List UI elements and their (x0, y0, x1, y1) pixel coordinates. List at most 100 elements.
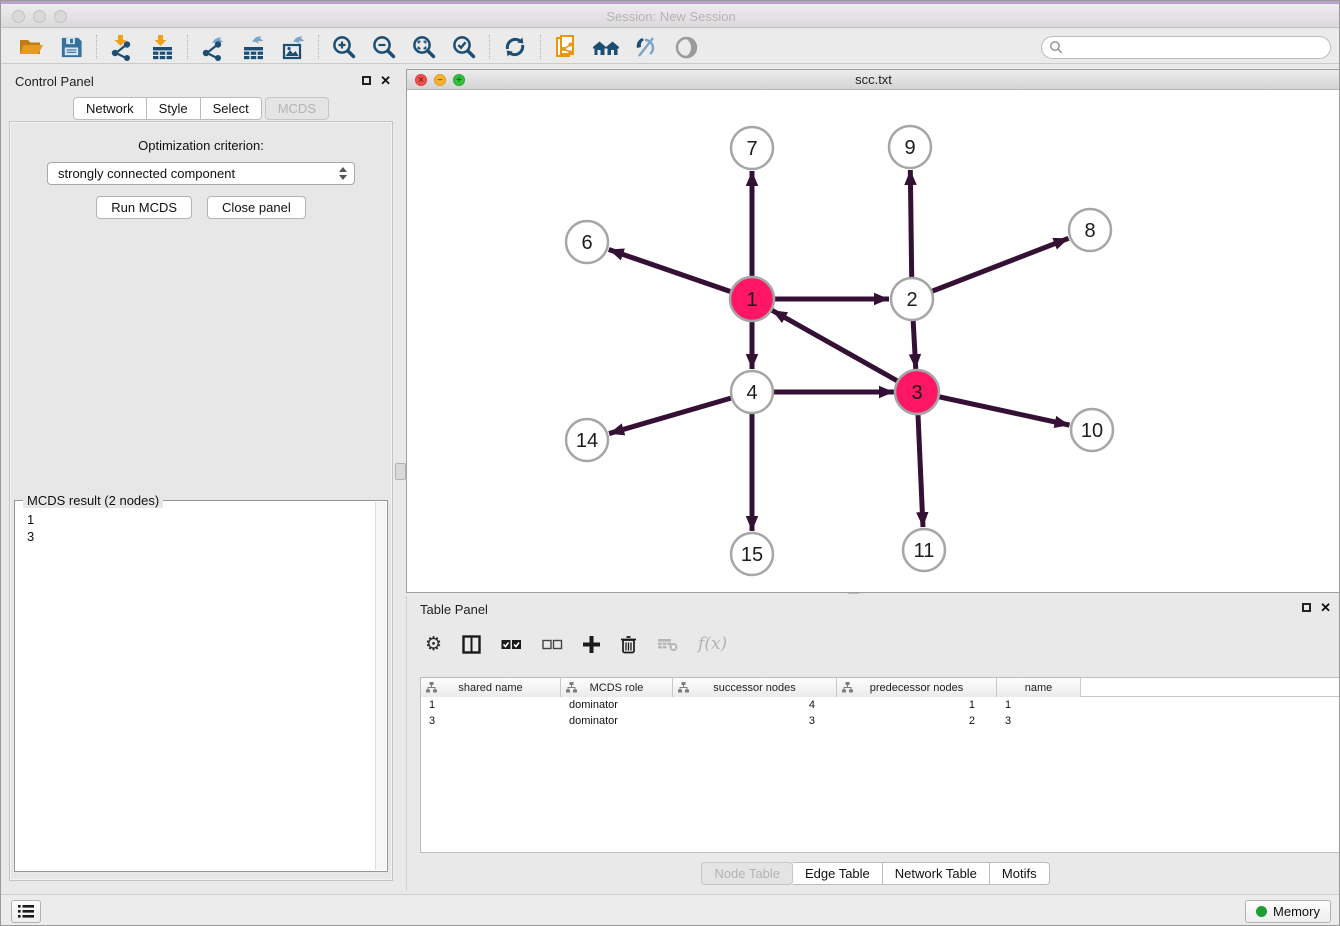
save-session-button[interactable] (51, 32, 91, 62)
export-network-icon (200, 34, 227, 61)
node-11[interactable]: 11 (903, 529, 945, 571)
optimization-criterion-select[interactable]: strongly connected component (47, 162, 355, 185)
add-column-button[interactable] (583, 636, 600, 653)
export-image-button[interactable] (273, 32, 313, 62)
network-window-title: scc.txt (407, 70, 1340, 89)
column-header-predecessor-nodes[interactable]: predecessor nodes (837, 678, 997, 697)
zoom-in-button[interactable] (324, 32, 364, 62)
export-network-button[interactable] (193, 32, 233, 62)
node-9[interactable]: 9 (889, 126, 931, 168)
tab-mcds[interactable]: MCDS (265, 97, 329, 120)
zoom-selected-icon (451, 34, 478, 61)
memory-button[interactable]: Memory (1245, 900, 1331, 923)
list-icon (18, 905, 34, 918)
column-label: predecessor nodes (870, 682, 964, 694)
tab-edge-table[interactable]: Edge Table (793, 862, 883, 885)
svg-text:9: 9 (904, 137, 915, 159)
network-minimize-button[interactable]: − (434, 74, 446, 86)
close-table-panel-icon[interactable]: ✕ (1320, 602, 1331, 613)
clone-network-button[interactable] (546, 32, 586, 62)
node-8[interactable]: 8 (1069, 209, 1111, 251)
edge-4-14[interactable] (609, 392, 752, 434)
edge-2-8[interactable] (912, 238, 1069, 299)
zoom-in-icon (331, 34, 358, 61)
cell-shared-name: 1 (421, 697, 561, 713)
cell-shared-name: 3 (421, 713, 561, 729)
delete-table-button[interactable] (657, 637, 678, 652)
zoom-out-button[interactable] (364, 32, 404, 62)
deselect-all-rows-button[interactable] (542, 638, 563, 651)
column-header-shared-name[interactable]: shared name (421, 678, 561, 697)
network-maximize-button[interactable]: + (453, 74, 465, 86)
zoom-out-icon (371, 34, 398, 61)
column-label: MCDS role (590, 682, 644, 694)
export-table-button[interactable] (233, 32, 273, 62)
float-panel-icon[interactable] (362, 76, 371, 85)
result-scrollbar[interactable] (375, 502, 386, 870)
refresh-layout-button[interactable] (495, 32, 535, 62)
cell-name: 3 (997, 713, 1081, 729)
network-close-button[interactable]: × (415, 74, 427, 86)
network-canvas[interactable]: 7 9 6 8 1 2 4 3 14 10 15 11 (407, 90, 1340, 592)
network-graph[interactable]: 7 9 6 8 1 2 4 3 14 10 15 11 (407, 90, 1340, 592)
column-header-name[interactable]: name (997, 678, 1081, 697)
column-header-mcds-role[interactable]: MCDS role (561, 678, 673, 697)
node-2[interactable]: 2 (891, 278, 933, 320)
hide-graphics-details-button[interactable] (626, 32, 666, 62)
column-visibility-button[interactable] (462, 635, 481, 654)
node-6[interactable]: 6 (566, 221, 608, 263)
open-session-button[interactable] (11, 32, 51, 62)
svg-text:2: 2 (906, 289, 917, 311)
node-4[interactable]: 4 (731, 371, 773, 413)
zoom-fit-button[interactable] (404, 32, 444, 62)
tab-node-table[interactable]: Node Table (701, 862, 793, 885)
import-table-button[interactable] (142, 32, 182, 62)
tab-motifs[interactable]: Motifs (990, 862, 1050, 885)
import-table-icon (149, 34, 176, 61)
search-input[interactable] (1041, 36, 1331, 59)
close-panel-button[interactable]: Close panel (207, 196, 306, 219)
window-titlebar: Session: New Session (1, 1, 1340, 28)
table-options-button[interactable]: ⚙ (425, 633, 442, 655)
node-15[interactable]: 15 (731, 533, 773, 575)
hierarchy-icon (566, 682, 577, 693)
zoom-selected-button[interactable] (444, 32, 484, 62)
node-3[interactable]: 3 (895, 370, 939, 414)
optimization-criterion-value: strongly connected component (58, 166, 235, 181)
task-history-button[interactable] (11, 900, 41, 923)
gear-icon: ⚙ (425, 633, 442, 655)
svg-text:3: 3 (911, 382, 922, 404)
table-row[interactable]: 3dominator323 (421, 713, 1339, 729)
column-header-successor-nodes[interactable]: successor nodes (673, 678, 837, 697)
svg-text:10: 10 (1081, 420, 1103, 442)
node-1[interactable]: 1 (730, 277, 774, 321)
close-panel-icon[interactable]: ✕ (380, 75, 391, 86)
tab-network[interactable]: Network (73, 97, 147, 120)
node-table[interactable]: shared name MCDS role successor nodes prede… (420, 677, 1340, 853)
table-body: 1dominator4113dominator323 (421, 697, 1339, 729)
memory-label: Memory (1273, 904, 1320, 919)
tab-network-table[interactable]: Network Table (883, 862, 990, 885)
network-view-window: × − + scc.txt 7 9 6 8 1 2 4 3 14 10 15 11 (406, 69, 1340, 593)
table-panel-title: Table Panel (420, 602, 488, 617)
import-network-button[interactable] (102, 32, 142, 62)
table-row[interactable]: 1dominator411 (421, 697, 1339, 713)
network-window-titlebar: × − + scc.txt (407, 70, 1340, 90)
float-table-panel-icon[interactable] (1302, 603, 1311, 612)
tab-style[interactable]: Style (147, 97, 201, 120)
node-14[interactable]: 14 (566, 419, 608, 461)
unchecked-boxes-icon (542, 638, 563, 651)
edge-3-10[interactable] (917, 392, 1070, 425)
run-mcds-button[interactable]: Run MCDS (96, 196, 192, 219)
function-builder-button[interactable]: f(x) (698, 634, 727, 654)
node-7[interactable]: 7 (731, 127, 773, 169)
delete-columns-button[interactable] (620, 635, 637, 654)
select-all-rows-button[interactable] (501, 638, 522, 651)
home-view-button[interactable] (586, 32, 626, 62)
tab-select[interactable]: Select (201, 97, 262, 120)
delete-table-icon (657, 637, 678, 652)
vertical-splitter-handle[interactable] (395, 463, 406, 480)
edge-3-1[interactable] (772, 310, 917, 392)
node-10[interactable]: 10 (1071, 409, 1113, 451)
show-graphics-details-button[interactable] (666, 32, 706, 62)
